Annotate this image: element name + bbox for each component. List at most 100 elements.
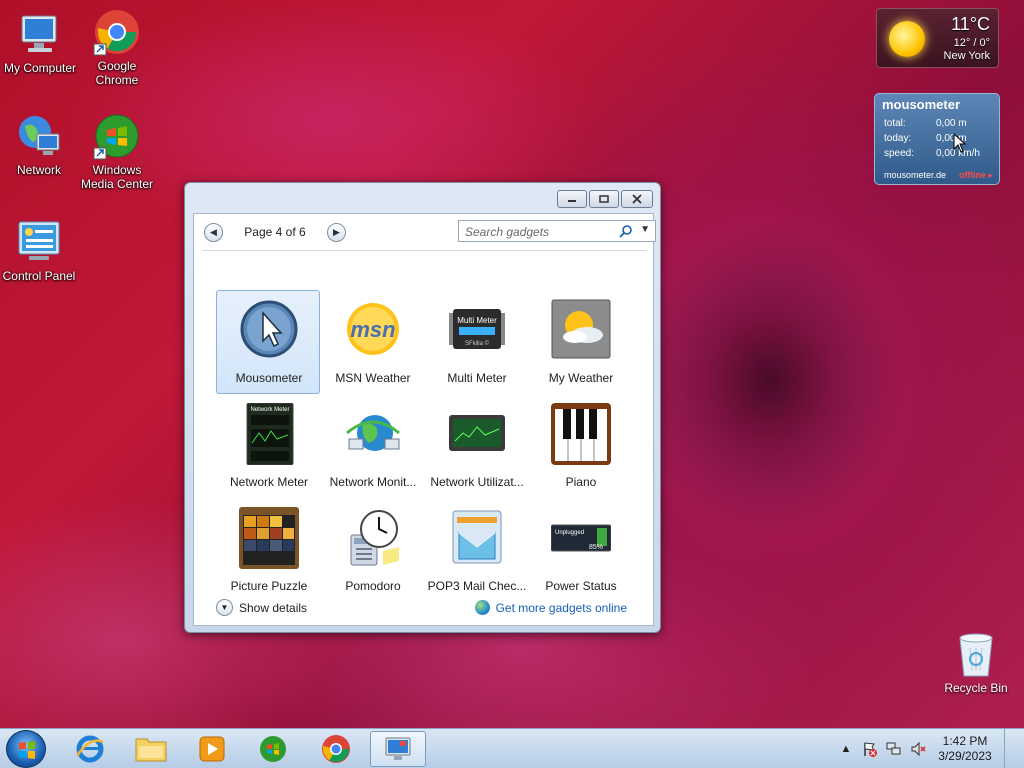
- pomodoro-icon: [350, 510, 399, 566]
- weather-gadget[interactable]: 11°C 12° / 0° New York: [876, 8, 999, 68]
- gadget-label: Pomodoro: [345, 579, 401, 593]
- computer-icon: [16, 10, 64, 58]
- search-dropdown-icon[interactable]: ▼: [640, 224, 650, 235]
- svg-text:Multi Meter: Multi Meter: [457, 316, 497, 325]
- desktop-icon-my-computer[interactable]: My Computer: [0, 10, 82, 75]
- gadget-gallery-content: ◀ Page 4 of 6 ▶ Search gadgets ▼ Mousome…: [193, 213, 656, 626]
- network-status-icon[interactable]: [886, 741, 902, 757]
- gadget-label: Power Status: [545, 579, 617, 593]
- gadget-tile-piano[interactable]: Piano: [528, 394, 632, 498]
- gadget-label: POP3 Mail Chec...: [427, 579, 527, 593]
- clock-time: 1:42 PM: [942, 734, 988, 748]
- mousometer-gadget[interactable]: mousometer total: 0,00 m today: 0,00 m s…: [874, 93, 1000, 185]
- taskbar-google-chrome[interactable]: [308, 731, 364, 767]
- piano-icon: [551, 403, 611, 465]
- chrome-icon: [93, 8, 141, 56]
- volume-muted-icon[interactable]: [910, 741, 926, 757]
- desktop-icon-recycle-bin[interactable]: Recycle Bin: [940, 630, 1012, 695]
- taskbar-desktop-gadgets[interactable]: [370, 731, 426, 767]
- sun-icon: [889, 21, 925, 57]
- taskbar-internet-explorer[interactable]: [62, 731, 118, 767]
- multi-meter-icon: Multi Meter SFkilla ©: [449, 309, 505, 349]
- desktop-icon-label: Recycle Bin: [944, 681, 1008, 695]
- show-hidden-icons-icon[interactable]: ▲: [838, 741, 854, 757]
- gadget-label: Mousometer: [235, 371, 303, 385]
- mousometer-icon: [240, 300, 298, 358]
- network-icon: [15, 112, 63, 160]
- desktop-icon-label: Windows Media Center: [80, 163, 154, 191]
- desktop-icon-label: Network: [16, 163, 61, 177]
- network-utilization-icon: [449, 415, 505, 451]
- gadget-tile-my-weather[interactable]: My Weather: [528, 290, 632, 394]
- mousometer-title: mousometer: [882, 97, 961, 112]
- clock[interactable]: 1:42 PM 3/29/2023: [930, 734, 1000, 764]
- start-button[interactable]: [6, 730, 46, 768]
- taskbar: ▲ 1:42 PM 3/29/2023: [0, 728, 1024, 768]
- mousometer-row-today: today: 0,00 m: [884, 133, 994, 144]
- power-status-icon: Unplugged 85%: [551, 524, 611, 552]
- search-icon[interactable]: [619, 224, 633, 238]
- mousometer-row-total: total: 0,00 m: [884, 118, 994, 129]
- gadgets-icon: [385, 737, 411, 760]
- my-weather-icon: [551, 299, 611, 359]
- mousometer-label: today:: [884, 133, 912, 144]
- media-center-icon: [260, 736, 286, 762]
- gadget-tile-mousometer[interactable]: Mousometer: [216, 290, 320, 394]
- gadget-label: MSN Weather: [335, 371, 411, 385]
- recycle-bin-icon: [959, 633, 993, 677]
- gadget-tile-network-monitor[interactable]: Network Monit...: [320, 394, 424, 498]
- get-more-gadgets-label: Get more gadgets online: [495, 600, 627, 615]
- network-meter-icon: Network Meter: [246, 403, 294, 465]
- next-page-button[interactable]: ▶: [327, 222, 346, 242]
- weather-range: 12° / 0°: [953, 37, 990, 49]
- desktop-icon-network[interactable]: Network: [0, 112, 81, 177]
- get-more-gadgets-link[interactable]: Get more gadgets online: [474, 600, 627, 615]
- clock-date: 3/29/2023: [938, 749, 992, 763]
- mouse-cursor-icon: [953, 133, 967, 153]
- globe-icon: [474, 600, 490, 615]
- svg-text:Unplugged: Unplugged: [555, 530, 584, 536]
- gadget-tile-network-utilization[interactable]: Network Utilizat...: [424, 394, 528, 498]
- gadget-gallery-window: ◀ Page 4 of 6 ▶ Search gadgets ▼ Mousome…: [184, 182, 661, 633]
- picture-puzzle-icon: [239, 507, 299, 569]
- action-center-flag-icon[interactable]: [862, 741, 878, 757]
- previous-page-button[interactable]: ◀: [204, 222, 223, 242]
- desktop-icon-google-chrome[interactable]: Google Chrome: [75, 8, 159, 87]
- mousometer-status[interactable]: offline ▸: [959, 170, 993, 181]
- gadget-tile-network-meter[interactable]: Network Meter Network Meter: [216, 394, 320, 498]
- gadget-tile-msn-weather[interactable]: msn MSN Weather: [320, 290, 424, 394]
- close-button[interactable]: [621, 190, 653, 208]
- gadget-label: Piano: [565, 475, 597, 489]
- gadget-tile-multi-meter[interactable]: Multi Meter SFkilla © Multi Meter: [424, 290, 528, 394]
- mousometer-site-link[interactable]: mousometer.de: [884, 170, 946, 180]
- gadget-tile-pop3-mail-checker[interactable]: POP3 Mail Chec...: [424, 498, 528, 602]
- taskbar-windows-explorer[interactable]: [123, 731, 179, 767]
- show-details-label: Show details: [239, 600, 308, 615]
- minimize-button[interactable]: [557, 190, 587, 208]
- svg-text:msn: msn: [350, 317, 395, 342]
- gadget-label: My Weather: [548, 371, 614, 385]
- msn-weather-icon: msn: [347, 303, 399, 355]
- gadget-tile-picture-puzzle[interactable]: Picture Puzzle: [216, 498, 320, 602]
- gadget-label: Network Monit...: [329, 475, 417, 489]
- svg-text:Network Meter: Network Meter: [250, 407, 289, 413]
- desktop-icon-label: My Computer: [3, 61, 77, 75]
- gadget-tile-pomodoro[interactable]: Pomodoro: [320, 498, 424, 602]
- mail-icon: [452, 510, 502, 564]
- mousometer-label: total:: [884, 118, 906, 129]
- gadget-label: Picture Puzzle: [230, 579, 308, 593]
- mousometer-label: speed:: [884, 148, 915, 159]
- search-gadgets-input[interactable]: Search gadgets ▼: [458, 220, 656, 242]
- gadget-label: Network Meter: [229, 475, 309, 489]
- maximize-button[interactable]: [589, 190, 619, 208]
- desktop-icon-windows-media-center[interactable]: Windows Media Center: [75, 112, 159, 191]
- show-desktop-button[interactable]: [1004, 729, 1016, 768]
- gadget-label: Network Utilizat...: [430, 475, 524, 489]
- show-details-toggle[interactable]: ▼ Show details: [216, 599, 307, 616]
- weather-temperature: 11°C: [951, 14, 990, 34]
- mousometer-row-speed: speed: 0,00 km/h: [884, 148, 994, 159]
- desktop-icon-control-panel[interactable]: Control Panel: [0, 218, 81, 283]
- taskbar-media-player[interactable]: [184, 731, 240, 767]
- taskbar-media-center[interactable]: [245, 731, 301, 767]
- gadget-tile-power-status[interactable]: Unplugged 85% Power Status: [528, 498, 632, 602]
